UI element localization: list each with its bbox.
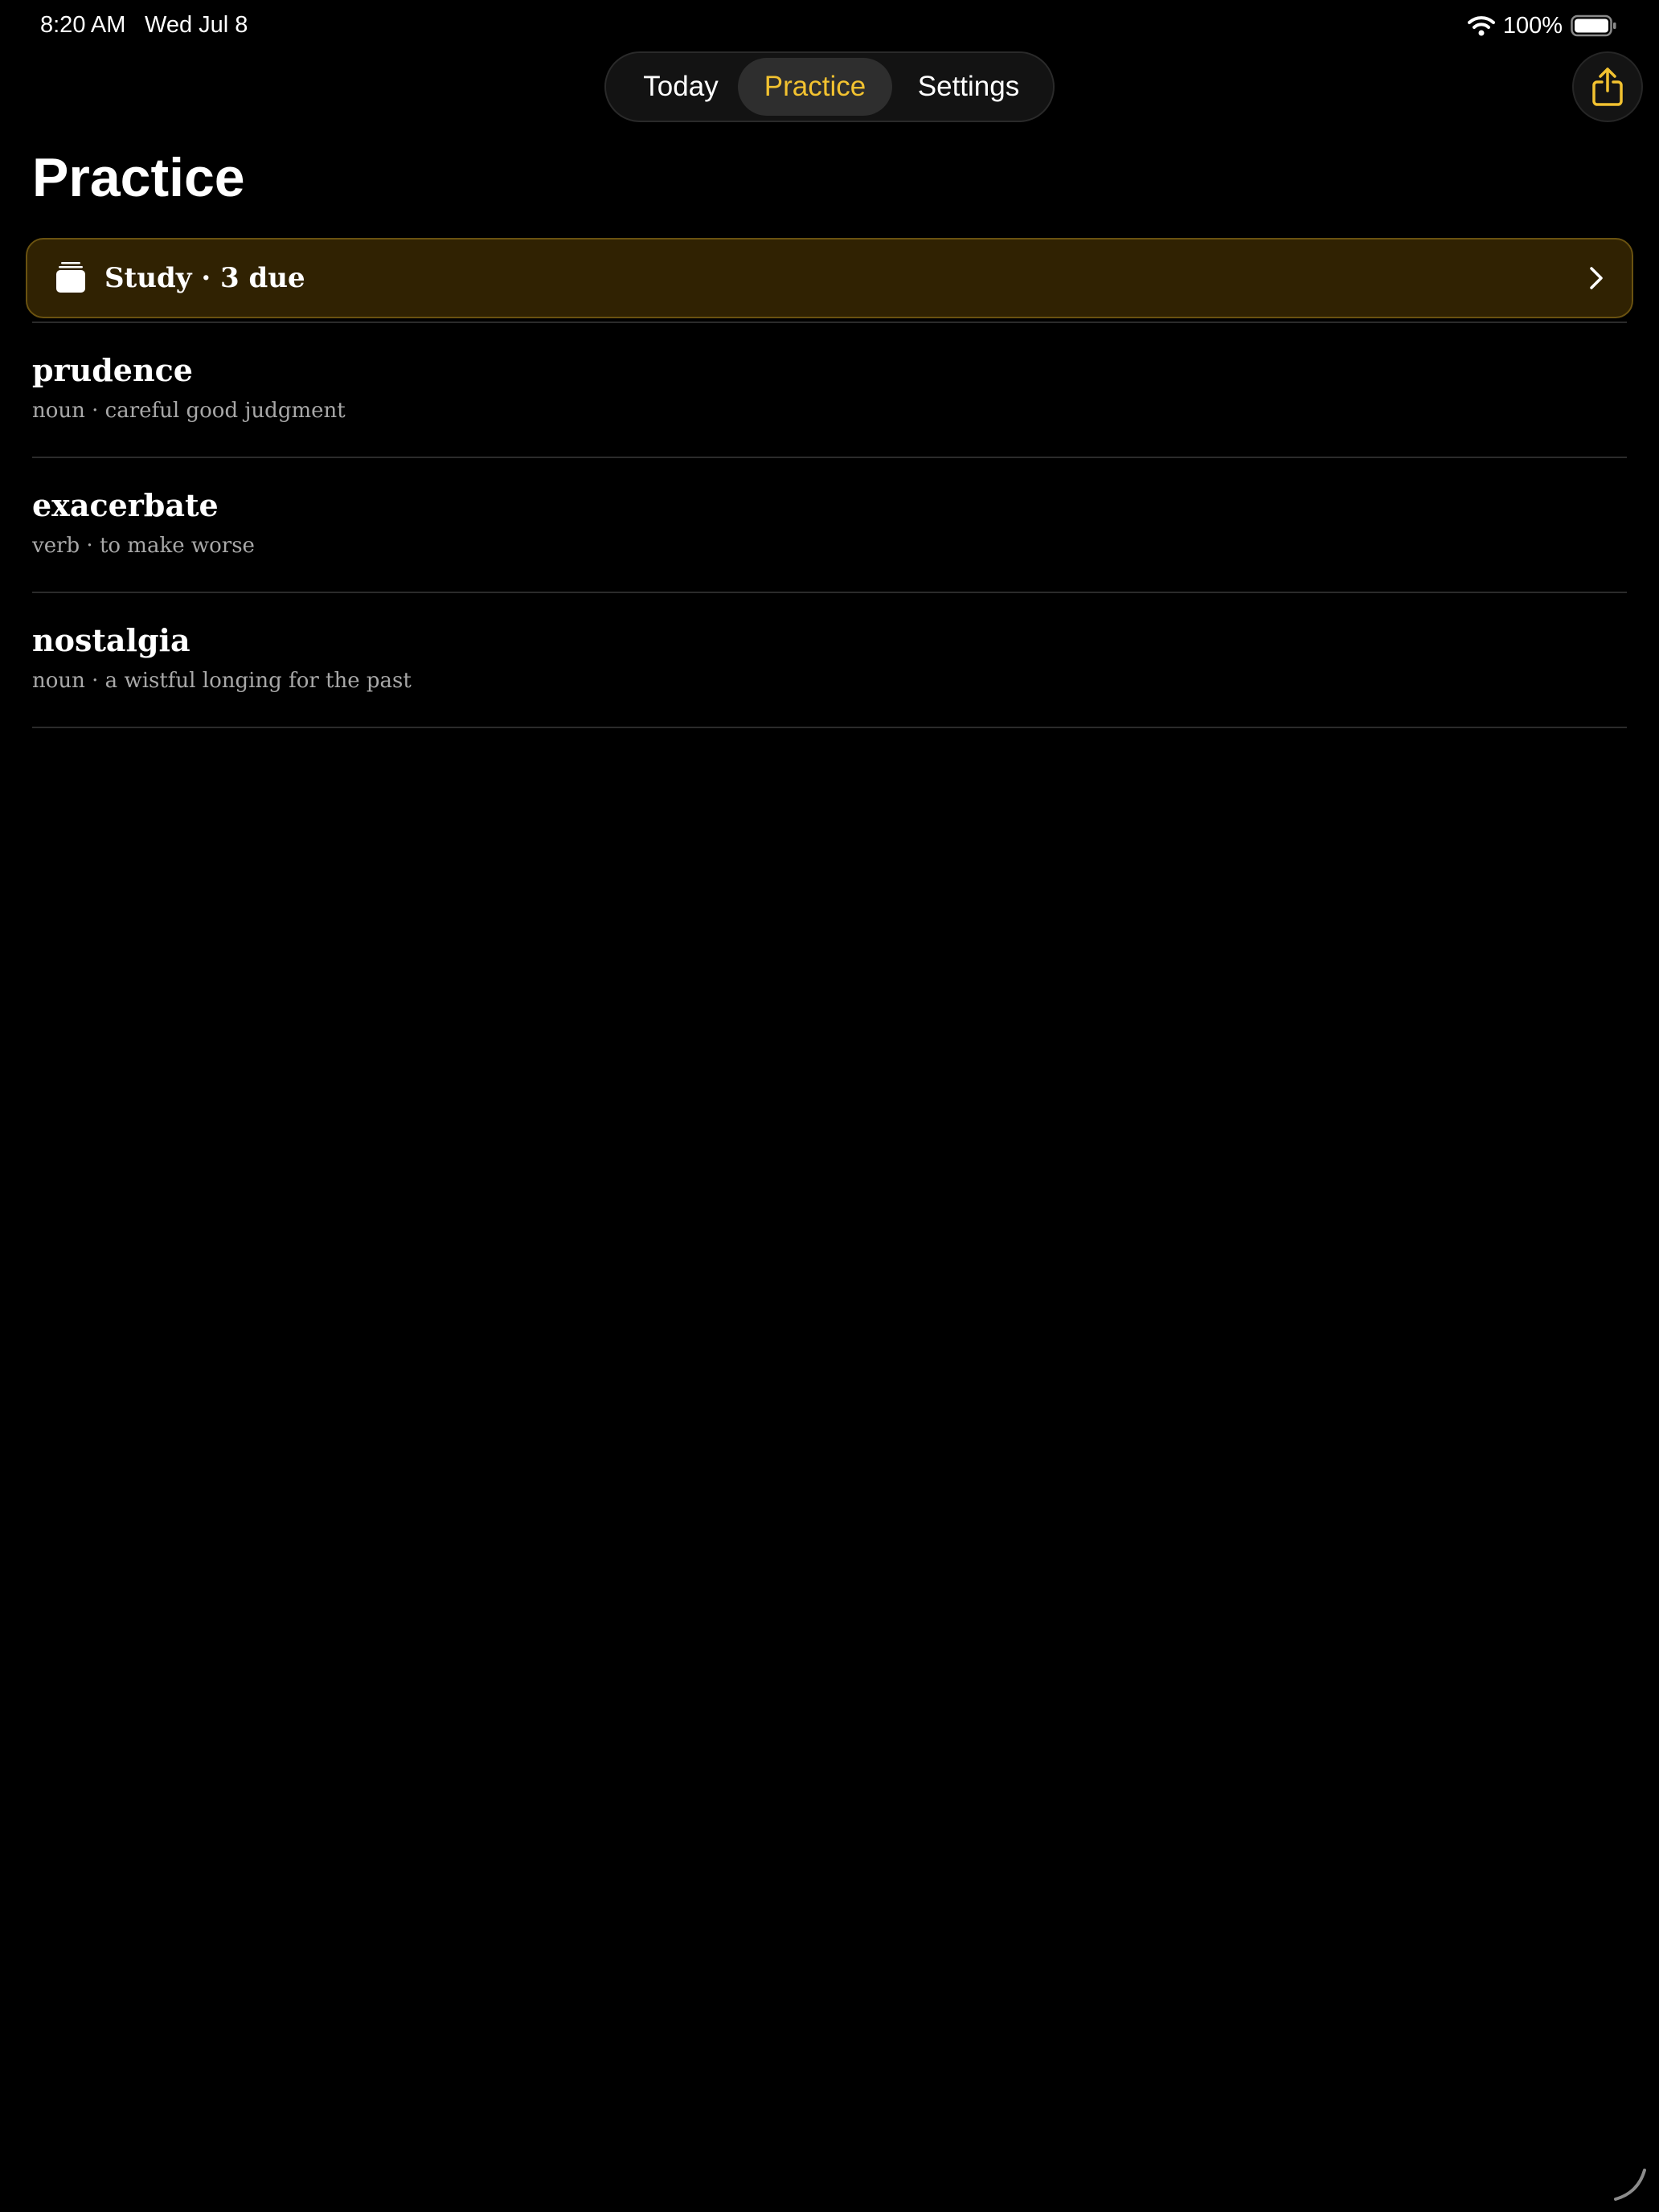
status-indicators: 100%	[1467, 10, 1617, 42]
word-definition: noun · careful good judgment	[32, 399, 346, 423]
share-button[interactable]	[1572, 51, 1643, 122]
page-title: Practice	[32, 147, 245, 208]
word-term: nostalgia	[32, 622, 190, 658]
list-item-nostalgia[interactable]: nostalgia noun · a wistful longing for t…	[32, 593, 1627, 728]
list-item-exacerbate[interactable]: exacerbate verb · to make worse	[32, 458, 1627, 593]
word-definition: noun · a wistful longing for the past	[32, 669, 412, 693]
status-bar: 8:20 AM Wed Jul 8 100%	[0, 0, 1659, 51]
tab-settings[interactable]: Settings	[894, 58, 1043, 116]
status-time: 8:20 AM	[40, 12, 126, 38]
tab-today[interactable]: Today	[617, 58, 744, 116]
word-definition: verb · to make worse	[32, 534, 255, 558]
share-icon	[1592, 68, 1623, 106]
word-term: prudence	[32, 352, 193, 388]
tab-bar: Today Practice Settings	[604, 51, 1055, 122]
battery-percentage: 100%	[1502, 12, 1563, 39]
study-button[interactable]: Study · 3 due	[26, 238, 1633, 318]
stack-icon	[56, 262, 85, 293]
study-label: Study · 3 due	[104, 262, 305, 294]
status-date: Wed Jul 8	[145, 12, 248, 38]
corner-indicator-icon	[1614, 2169, 1646, 2201]
battery-icon	[1571, 14, 1616, 37]
row-divider	[32, 727, 1627, 728]
chevron-right-icon	[1590, 267, 1603, 289]
list-item-prudence[interactable]: prudence noun · careful good judgment	[32, 323, 1627, 458]
word-term: exacerbate	[32, 487, 219, 523]
tab-practice[interactable]: Practice	[738, 58, 892, 116]
wifi-icon	[1467, 16, 1495, 36]
